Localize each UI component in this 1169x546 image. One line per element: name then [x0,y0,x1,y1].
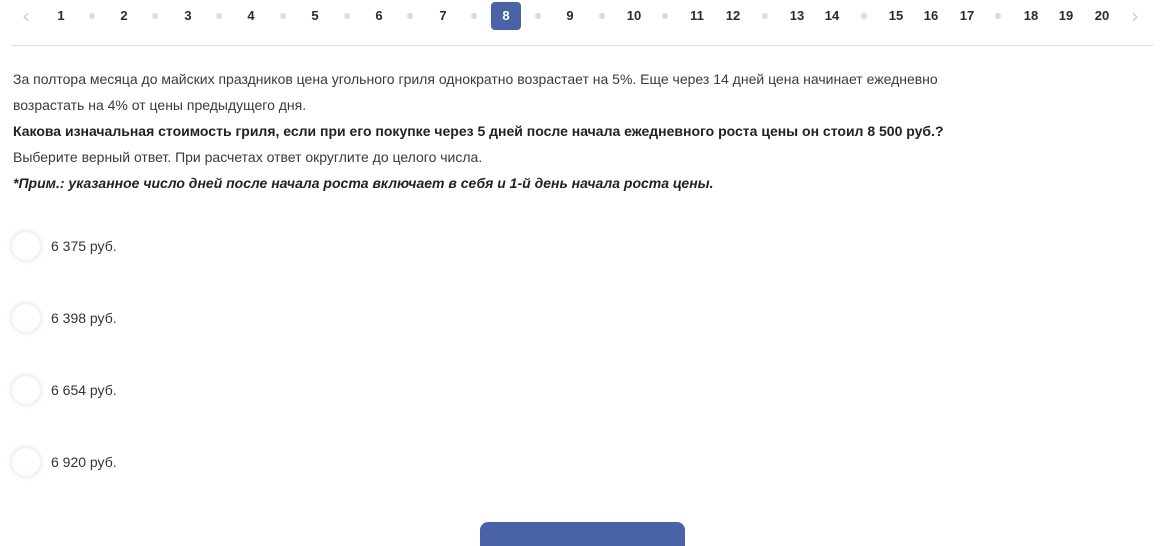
page-10[interactable]: 10 [619,2,649,30]
question-note: *Прим.: указанное число дней после начал… [13,175,714,191]
submit-button[interactable] [480,522,685,546]
page-separator-dot [471,13,477,19]
page-15[interactable]: 15 [881,2,911,30]
question-instruction: Выберите верный ответ. При расчетах отве… [13,149,483,165]
radio-button[interactable] [12,304,40,332]
answer-option[interactable]: 6 375 руб. [12,232,312,262]
page-separator-dot [407,13,413,19]
page-7[interactable]: 7 [428,2,458,30]
answer-option[interactable]: 6 654 руб. [12,376,312,406]
answer-option[interactable]: 6 920 руб. [12,448,312,478]
pagination: ‹ 1 2 3 4 5 6 7 8 9 10 11 12 13 14 15 16… [0,0,1169,32]
page-separator-dot [152,13,158,19]
answer-label: 6 654 руб. [51,382,117,398]
page-separator-dot [216,13,222,19]
page-separator-dot [762,13,768,19]
question-block: За полтора месяца до майских праздников … [13,66,1159,196]
page-1[interactable]: 1 [46,2,76,30]
page-11[interactable]: 11 [682,2,712,30]
chevron-right-icon[interactable]: › [1131,2,1139,30]
chevron-left-icon[interactable]: ‹ [22,2,30,30]
question-text-line-1: За полтора месяца до майских праздников … [13,71,938,87]
answer-label: 6 398 руб. [51,310,117,326]
page-6[interactable]: 6 [364,2,394,30]
page-separator-dot [344,13,350,19]
page-12[interactable]: 12 [718,2,748,30]
page-13[interactable]: 13 [782,2,812,30]
question-prompt: Какова изначальная стоимость гриля, если… [13,123,944,139]
page-separator-dot [861,13,867,19]
page-19[interactable]: 19 [1051,2,1081,30]
page-3[interactable]: 3 [173,2,203,30]
page-8-active[interactable]: 8 [491,2,521,30]
answer-label: 6 920 руб. [51,454,117,470]
page-14[interactable]: 14 [817,2,847,30]
page-5[interactable]: 5 [300,2,330,30]
page-9[interactable]: 9 [555,2,585,30]
page-separator-dot [599,13,605,19]
page-separator-dot [995,13,1001,19]
page-16[interactable]: 16 [916,2,946,30]
question-text-line-2: возрастать на 4% от цены предыдущего дня… [13,97,307,113]
page-separator-dot [662,13,668,19]
page-separator-dot [280,13,286,19]
page-separator-dot [89,13,95,19]
radio-button[interactable] [12,448,40,476]
radio-button[interactable] [12,376,40,404]
divider [12,45,1154,46]
page-18[interactable]: 18 [1016,2,1046,30]
answer-label: 6 375 руб. [51,238,117,254]
radio-button[interactable] [12,232,40,260]
answer-option[interactable]: 6 398 руб. [12,304,312,334]
page-20[interactable]: 20 [1087,2,1117,30]
page-4[interactable]: 4 [236,2,266,30]
page-separator-dot [535,13,541,19]
page-2[interactable]: 2 [109,2,139,30]
page-17[interactable]: 17 [952,2,982,30]
